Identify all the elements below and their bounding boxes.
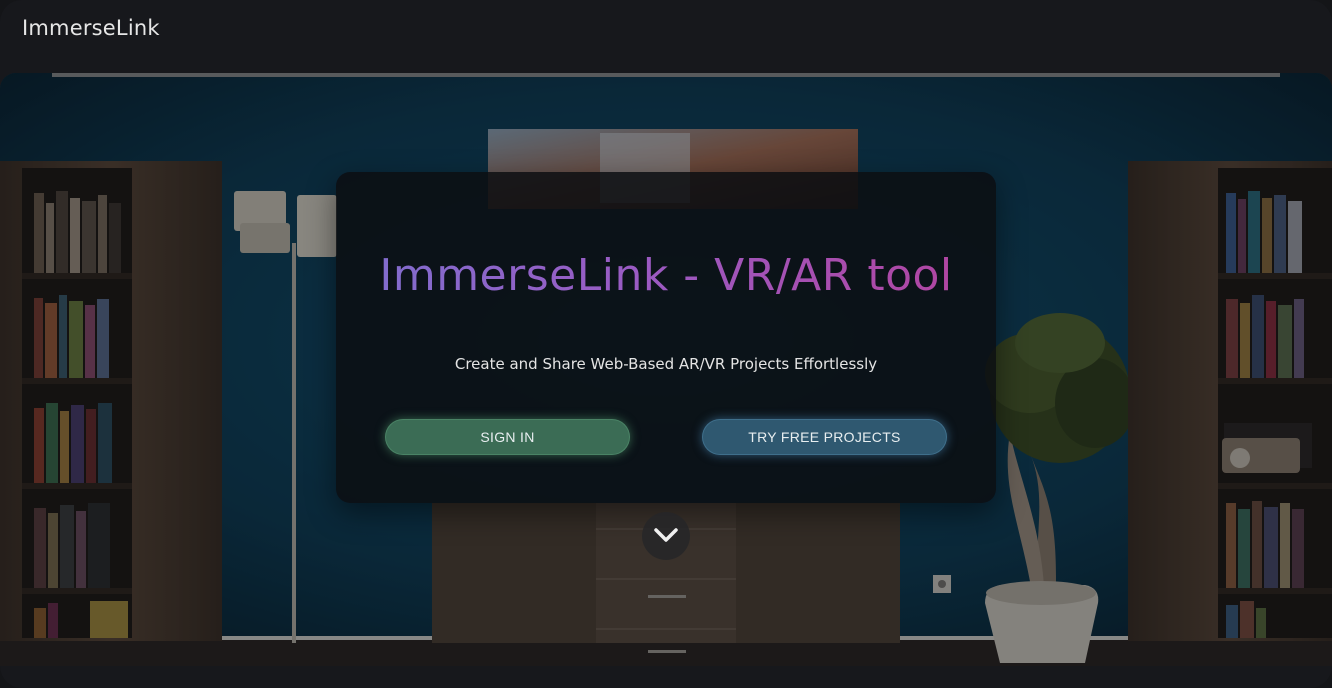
scroll-down-button[interactable]: [642, 512, 690, 560]
brand-logo-text[interactable]: ImmerseLink: [22, 16, 160, 40]
top-bar: ImmerseLink: [0, 0, 1332, 60]
sign-in-button[interactable]: SIGN IN: [385, 419, 630, 455]
hero-card: ImmerseLink - VR/AR tool Create and Shar…: [336, 172, 996, 503]
hero-section: ImmerseLink - VR/AR tool Create and Shar…: [0, 73, 1332, 666]
try-free-projects-button[interactable]: TRY FREE PROJECTS: [702, 419, 947, 455]
hero-subtitle: Create and Share Web-Based AR/VR Project…: [454, 355, 878, 373]
chevron-down-icon: [654, 528, 678, 542]
hero-title: ImmerseLink - VR/AR tool: [336, 250, 996, 301]
app-window: ImmerseLink ImmerseLink - VR/AR tool Cre…: [0, 0, 1332, 688]
